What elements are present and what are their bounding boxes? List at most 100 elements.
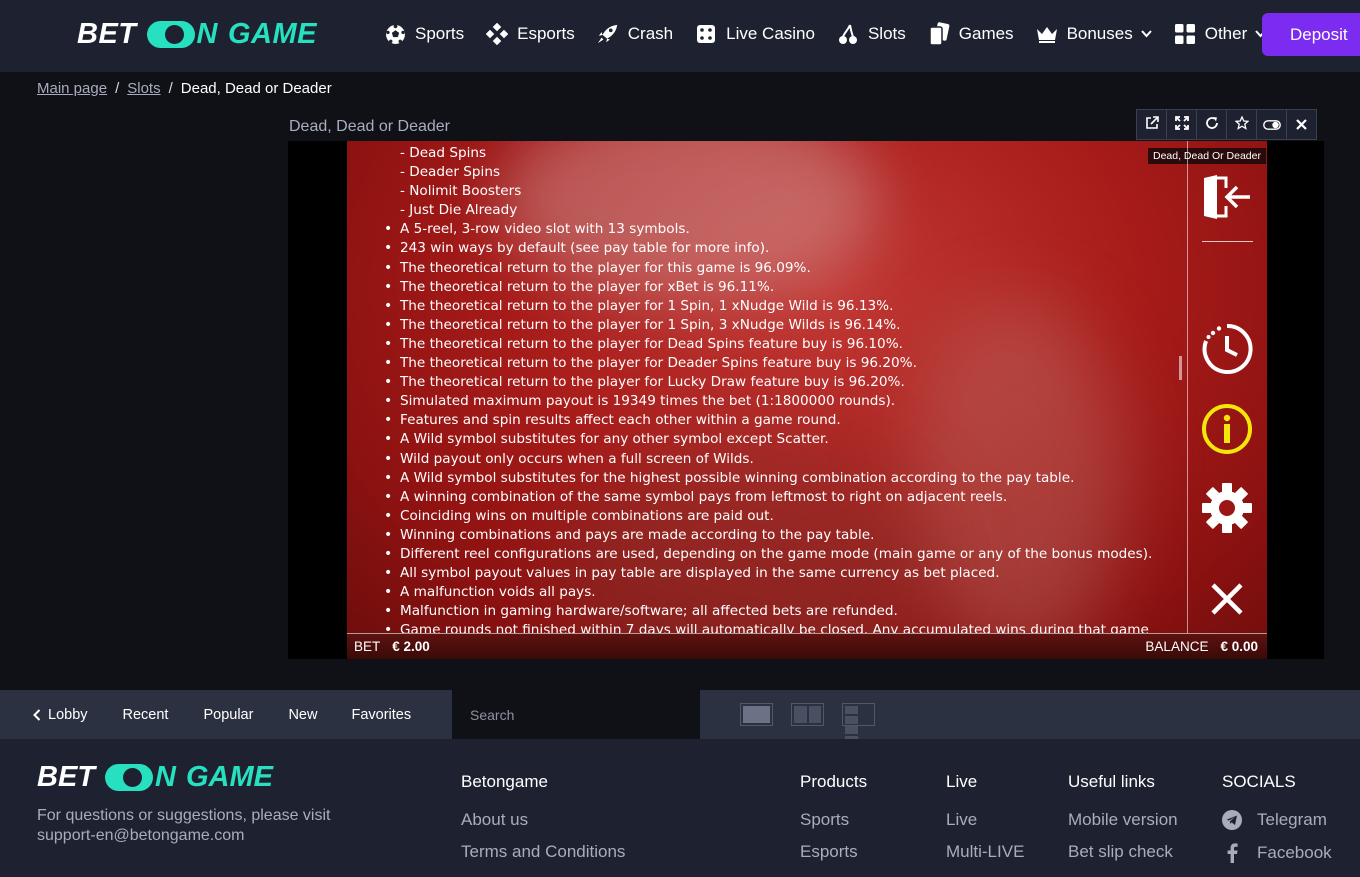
rules-item: Different reel configurations are used, …	[384, 545, 1175, 564]
social-telegram-link[interactable]: Telegram	[1222, 810, 1332, 830]
logo-toggle-icon	[105, 764, 153, 791]
footer-column-live: Live Live Multi-LIVE	[946, 772, 1024, 874]
search-input[interactable]	[470, 706, 690, 723]
deposit-button[interactable]: Deposit	[1262, 13, 1360, 56]
settings-button[interactable]	[1201, 482, 1253, 539]
nav-bonuses[interactable]: Bonuses	[1036, 0, 1152, 68]
footer-link-sports[interactable]: Sports	[800, 810, 867, 830]
close-rules-button[interactable]	[1201, 575, 1253, 627]
social-telegram-label: Telegram	[1257, 810, 1327, 829]
footer-link-mobile[interactable]: Mobile version	[1068, 810, 1178, 830]
footer-link-bet-slip[interactable]: Bet slip check	[1068, 842, 1178, 862]
rules-subitem: - Nolimit Boosters	[400, 183, 522, 200]
star-icon	[1233, 115, 1250, 133]
nav-other-label: Other	[1204, 24, 1248, 43]
rules-item: The theoretical return to the player for…	[384, 373, 1175, 392]
rules-item: The theoretical return to the player for…	[384, 297, 1175, 316]
main-nav: Sports Esports Crash Live Casino Slots G…	[384, 0, 1288, 68]
info-button[interactable]	[1201, 403, 1253, 460]
reload-button[interactable]	[1196, 109, 1227, 140]
close-icon	[1296, 117, 1307, 133]
footer-column-socials: SOCIALS Telegram Facebook	[1222, 772, 1332, 876]
rules-item: A winning combination of the same symbol…	[384, 488, 1175, 507]
site-logo[interactable]: BET N GAME	[77, 15, 317, 53]
view-double-button[interactable]	[791, 703, 824, 726]
game-frame: - Dead Spins - Deader Spins - Nolimit Bo…	[288, 141, 1324, 659]
footer-link-terms[interactable]: Terms and Conditions	[461, 842, 625, 862]
rules-item: A 5-reel, 3-row video slot with 13 symbo…	[384, 220, 1175, 239]
balance-value: € 0.00	[1220, 639, 1258, 654]
footer-link-multi-live[interactable]: Multi-LIVE	[946, 842, 1024, 862]
search-box	[452, 690, 700, 739]
light-mode-toggle[interactable]	[1256, 109, 1287, 140]
external-link-button[interactable]	[1136, 109, 1167, 140]
nav-sports-label: Sports	[415, 24, 465, 43]
nav-games-label: Games	[958, 24, 1014, 43]
nav-crash[interactable]: Crash	[597, 0, 673, 68]
info-icon	[1201, 403, 1253, 460]
rules-item: A Wild symbol substitutes for any other …	[384, 430, 1175, 449]
nav-esports[interactable]: Esports	[486, 0, 575, 68]
footer-link-about[interactable]: About us	[461, 810, 625, 830]
telegram-icon	[1222, 810, 1242, 830]
fullscreen-button[interactable]	[1166, 109, 1197, 140]
balance-label: BALANCE	[1145, 639, 1209, 654]
settings-icon	[1201, 482, 1253, 539]
footer-column-title: Betongame	[461, 772, 548, 791]
exit-button[interactable]	[1201, 173, 1253, 225]
footer-contact-text: For questions or suggestions, please vis…	[37, 807, 331, 844]
rules-scrollbar[interactable]	[1179, 356, 1182, 380]
nav-crash-label: Crash	[627, 24, 674, 43]
chevron-down-icon	[1140, 27, 1152, 41]
lobby-back-button[interactable]: Lobby	[33, 707, 88, 723]
nav-other[interactable]: Other	[1174, 0, 1267, 68]
side-panel-divider	[1187, 141, 1188, 633]
side-panel-separator	[1202, 241, 1253, 242]
history-button[interactable]	[1201, 323, 1253, 377]
rules-item: Winning combinations and pays are made a…	[384, 526, 1175, 545]
view-single-icon	[743, 706, 770, 723]
rules-item: A malfunction voids all pays.	[384, 583, 1175, 602]
view-quad-button[interactable]	[842, 703, 875, 744]
game-status-bar: BET € 2.00 BALANCE € 0.00	[347, 633, 1267, 659]
rules-item: Wild payout only occurs when a full scre…	[384, 450, 1175, 469]
logo-game-text: GAME	[227, 17, 317, 50]
favorite-button[interactable]	[1226, 109, 1257, 140]
bet-value: € 2.00	[392, 639, 430, 654]
tab-favorites[interactable]: Favorites	[351, 707, 411, 723]
rules-subitem: - Just Die Already	[400, 202, 518, 219]
logo-n-text: N	[155, 761, 176, 793]
footer-link-live[interactable]: Live	[946, 810, 1024, 830]
logo-n-text: N	[196, 17, 218, 50]
footer-link-esports[interactable]: Esports	[800, 842, 867, 862]
nav-live-casino[interactable]: Live Casino	[695, 0, 815, 68]
nav-sports[interactable]: Sports	[384, 0, 464, 68]
footer-logo[interactable]: BET N GAME	[37, 761, 273, 794]
rules-item: A Wild symbol substitutes for the highes…	[384, 469, 1175, 488]
footer-column-title: Useful links	[1068, 772, 1155, 791]
tab-new[interactable]: New	[288, 707, 317, 723]
breadcrumb-slots-link[interactable]: Slots	[127, 80, 160, 97]
breadcrumb-home-link[interactable]: Main page	[37, 80, 107, 97]
rules-subitem: - Deader Spins	[400, 164, 501, 181]
social-facebook-link[interactable]: Facebook	[1222, 843, 1332, 863]
game-canvas[interactable]: - Dead Spins - Deader Spins - Nolimit Bo…	[347, 141, 1267, 659]
view-single-button[interactable]	[740, 703, 773, 726]
tab-popular[interactable]: Popular	[203, 707, 253, 723]
cards-icon	[928, 22, 950, 46]
game-toolbar	[1136, 109, 1317, 140]
chevron-left-icon	[33, 708, 41, 721]
exit-icon	[1202, 174, 1252, 225]
close-game-button[interactable]	[1286, 109, 1317, 140]
nav-games[interactable]: Games	[928, 0, 1014, 68]
fullscreen-icon	[1174, 116, 1189, 133]
grid-icon	[1174, 23, 1196, 45]
footer-column-products: Products Sports Esports	[800, 772, 867, 874]
logo-bet-text: BET	[37, 761, 95, 793]
rules-item: 243 win ways by default (see pay table f…	[384, 239, 1175, 258]
rules-item: The theoretical return to the player for…	[384, 354, 1175, 373]
close-icon	[1210, 582, 1244, 621]
nav-slots[interactable]: Slots	[837, 0, 906, 68]
reload-icon	[1205, 116, 1219, 133]
tab-recent[interactable]: Recent	[123, 707, 169, 723]
